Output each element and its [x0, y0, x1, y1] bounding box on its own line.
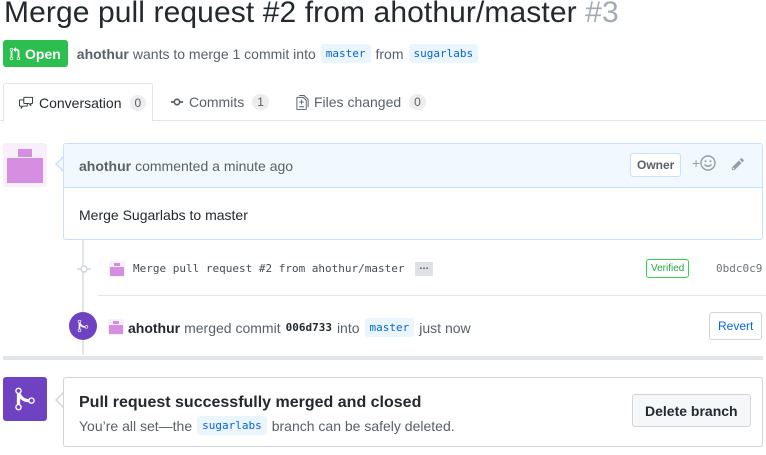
merged-action: merged commit — [184, 319, 281, 336]
merge-status-title: Pull request successfully merged and clo… — [79, 394, 422, 411]
merge-status-sub-after: branch can be safely deleted. — [271, 417, 455, 434]
pr-author-link[interactable]: ahothur — [77, 46, 129, 62]
comment-author-link[interactable]: ahothur — [79, 158, 131, 174]
pr-number: #3 — [585, 0, 619, 29]
tab-conversation-label: Conversation — [39, 94, 122, 111]
merged-event-text: ahothur merged commit 006d733 into maste… — [108, 318, 471, 337]
pr-meta: Open ahothur wants to merge 1 commit int… — [3, 40, 483, 67]
comment-timestamp[interactable]: commented a minute ago — [135, 158, 293, 174]
reaction-plus: + — [692, 155, 701, 171]
add-reaction-button[interactable]: + — [692, 155, 716, 171]
merge-from-text: from — [375, 45, 404, 62]
head-branch-ref[interactable]: sugarlabs — [408, 44, 479, 63]
base-branch-ref[interactable]: master — [320, 44, 371, 63]
commit-sha-link[interactable]: 0bdc0c9 — [716, 262, 762, 275]
tab-conversation-count: 0 — [129, 94, 147, 111]
comment-discussion-icon — [19, 96, 33, 109]
verified-badge[interactable]: Verified — [646, 259, 690, 278]
deletable-branch-ref[interactable]: sugarlabs — [197, 416, 267, 435]
merged-sha-link[interactable]: 006d733 — [286, 321, 332, 334]
pull-request-icon — [9, 46, 21, 60]
merge-status-box: Pull request successfully merged and clo… — [63, 377, 763, 447]
pr-title-text: Merge pull request #2 from ahothur/maste… — [4, 0, 577, 29]
tab-conversation[interactable]: Conversation 0 — [3, 83, 153, 122]
merge-summary-text: wants to merge 1 commit into — [132, 45, 316, 62]
timeline-divider — [98, 295, 766, 296]
smiley-icon — [700, 155, 716, 171]
state-badge-open: Open — [3, 40, 68, 67]
avatar[interactable] — [3, 143, 47, 187]
git-commit-icon — [77, 265, 91, 273]
owner-badge: Owner — [630, 153, 682, 177]
commit-row: Merge pull request #2 from ahothur/maste… — [63, 256, 766, 282]
comment-body: Merge Sugarlabs to master — [79, 207, 248, 223]
merge-status-sub-before: You’re all set—the — [79, 417, 193, 434]
comment-box: ahothur commented a minute ago Owner + M… — [63, 143, 763, 240]
avatar[interactable] — [109, 261, 125, 277]
merged-time[interactable]: just now — [419, 320, 470, 336]
state-label: Open — [25, 45, 61, 62]
tab-commits[interactable]: Commits 1 — [170, 83, 269, 121]
revert-button[interactable]: Revert — [709, 312, 763, 340]
pencil-icon — [731, 158, 744, 171]
git-merge-icon — [3, 377, 47, 421]
tab-commits-count: 1 — [252, 94, 269, 110]
merge-status-subtitle: You’re all set—the sugarlabs branch can … — [79, 416, 455, 435]
edit-comment-button[interactable] — [731, 157, 745, 174]
expand-commit-button[interactable]: … — [415, 262, 433, 276]
timeline-end-divider — [3, 356, 763, 360]
merged-author-link[interactable]: ahothur — [128, 320, 180, 336]
pr-title: Merge pull request #2 from ahothur/maste… — [4, 0, 619, 30]
commit-message-link[interactable]: Merge pull request #2 from ahothur/maste… — [133, 262, 405, 275]
pr-tabs: Conversation 0 Commits 1 Files changed 0 — [0, 83, 766, 122]
git-commit-icon — [170, 98, 184, 106]
tab-files-changed-count: 0 — [409, 94, 426, 110]
tab-files-changed[interactable]: Files changed 0 — [296, 83, 426, 121]
comment-header: ahothur commented a minute ago Owner + — [64, 144, 762, 188]
merged-event: ahothur merged commit 006d733 into maste… — [63, 310, 766, 342]
merged-branch-ref[interactable]: master — [364, 318, 415, 337]
tab-files-changed-label: Files changed — [314, 94, 402, 110]
merge-summary: ahothur wants to merge 1 commit into mas… — [77, 44, 483, 63]
tab-commits-label: Commits — [189, 94, 245, 110]
merged-into-text: into — [336, 319, 360, 336]
delete-branch-button[interactable]: Delete branch — [632, 394, 751, 427]
git-merge-icon — [69, 312, 97, 340]
diff-icon — [296, 94, 309, 110]
